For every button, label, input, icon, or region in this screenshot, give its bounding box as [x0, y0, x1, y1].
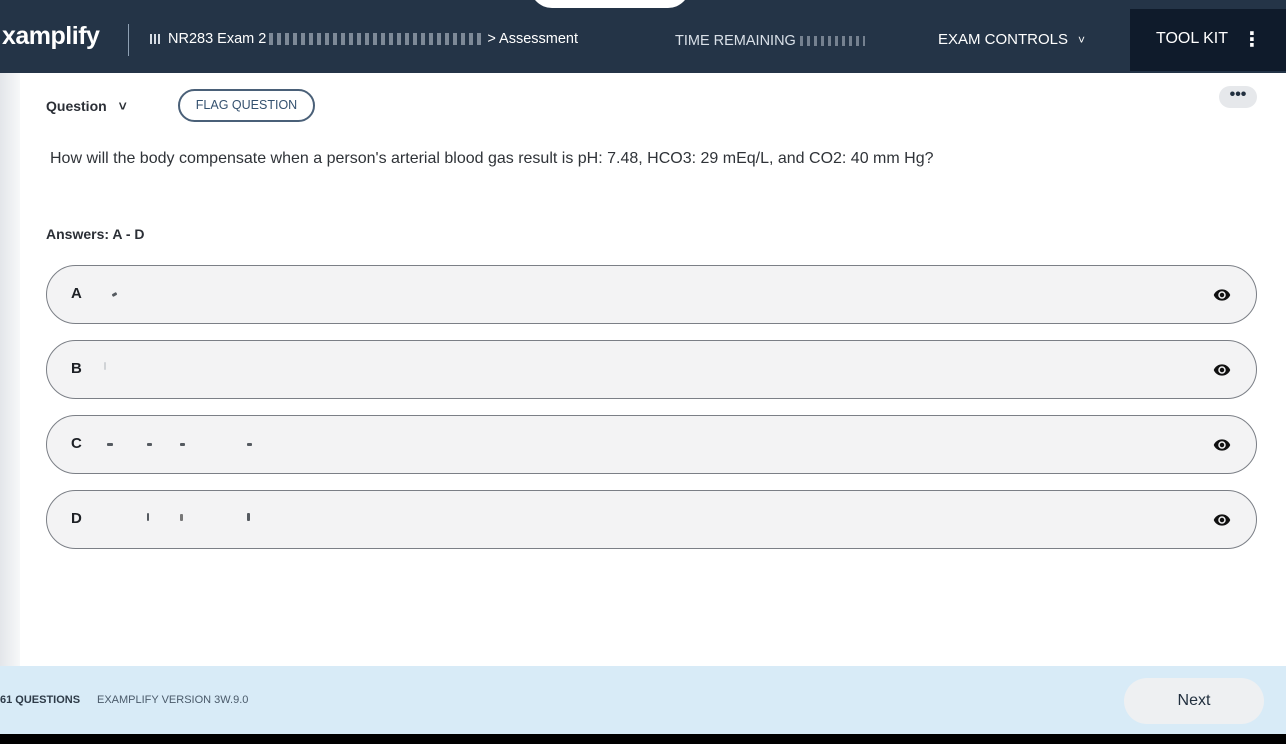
examplify-logo: xamplify: [2, 22, 100, 50]
screen-bezel: [0, 734, 1286, 744]
exam-controls-button[interactable]: EXAM CONTROLS ˅: [938, 31, 1085, 48]
eye-icon[interactable]: [1212, 436, 1232, 454]
left-gutter: [0, 73, 20, 666]
vertical-dots-icon: ⋮: [1242, 29, 1262, 51]
next-button[interactable]: Next: [1124, 678, 1264, 724]
app-window: xamplify NR283 Exam 2 > Assessment TIME R…: [0, 0, 1286, 734]
eye-icon[interactable]: [1212, 361, 1232, 379]
breadcrumb-course: NR283 Exam 2: [168, 31, 267, 47]
more-options-button[interactable]: •••: [1219, 86, 1257, 108]
exam-controls-label: EXAM CONTROLS: [938, 31, 1069, 48]
redacted-answer-text: [102, 443, 382, 449]
logo-divider: [128, 24, 129, 56]
time-remaining-label: TIME REMAINING: [675, 33, 796, 49]
redacted-answer-text: [102, 291, 382, 299]
breadcrumb-tail: > Assessment: [487, 31, 578, 47]
option-letter: B: [71, 360, 82, 377]
question-text: How will the body compensate when a pers…: [50, 150, 934, 167]
tool-kit-button[interactable]: TOOL KIT ⋮: [1130, 9, 1286, 71]
version-label: EXAMPLIFY VERSION 3W.9.0: [97, 694, 249, 706]
chevron-down-icon: ˅: [1078, 33, 1086, 47]
redacted-answer-text: [102, 362, 382, 374]
redacted-answer-text: [102, 513, 382, 524]
footer-bar: 61 QUESTIONS EXAMPLIFY VERSION 3W.9.0 Ne…: [0, 666, 1286, 734]
option-letter: D: [71, 510, 82, 527]
redacted-breadcrumb: [269, 33, 485, 46]
redacted-prefix: [150, 34, 162, 45]
eye-icon[interactable]: [1212, 511, 1232, 529]
breadcrumb: NR283 Exam 2 > Assessment: [150, 31, 578, 47]
redacted-time: [799, 36, 865, 47]
answer-option-b[interactable]: B: [46, 340, 1257, 399]
chevron-down-icon: ˅: [118, 98, 127, 114]
option-letter: A: [71, 285, 82, 302]
top-bar: xamplify NR283 Exam 2 > Assessment TIME R…: [0, 0, 1286, 73]
answer-option-d[interactable]: D: [46, 490, 1257, 549]
answer-option-a[interactable]: A: [46, 265, 1257, 324]
question-selector[interactable]: Question ˅: [46, 98, 127, 114]
eye-icon[interactable]: [1212, 286, 1232, 304]
camera-notch: [530, 0, 690, 8]
question-selector-label: Question: [46, 98, 107, 114]
time-remaining: TIME REMAINING: [675, 33, 865, 49]
option-letter: C: [71, 435, 82, 452]
flag-question-button[interactable]: FLAG QUESTION: [178, 89, 315, 122]
answers-label: Answers: A - D: [46, 226, 145, 242]
tool-kit-label: TOOL KIT: [1156, 30, 1229, 47]
question-count: 61 QUESTIONS: [0, 694, 81, 706]
answer-option-c[interactable]: C: [46, 415, 1257, 474]
